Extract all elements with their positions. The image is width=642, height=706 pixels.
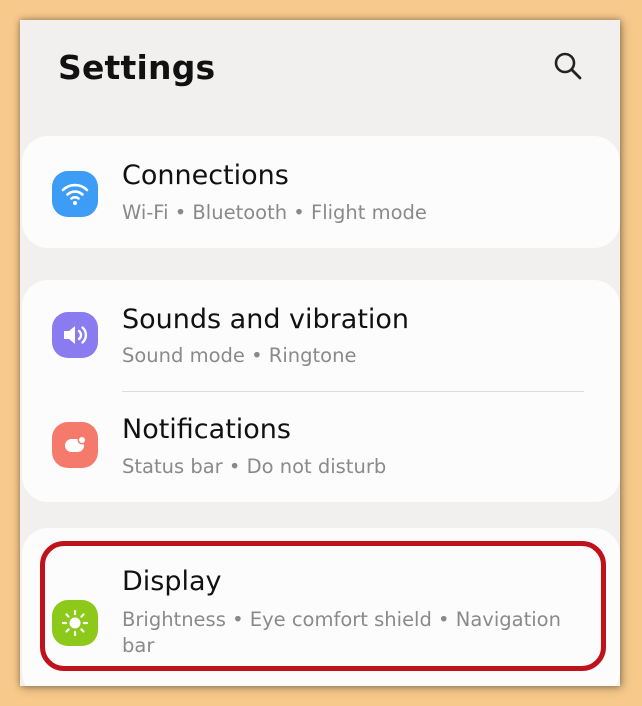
page-title: Settings (58, 48, 216, 87)
notification-icon (52, 422, 98, 468)
settings-group-connections: Connections Wi-Fi • Bluetooth • Flight m… (22, 136, 620, 248)
settings-item-connections[interactable]: Connections Wi-Fi • Bluetooth • Flight m… (22, 136, 620, 248)
settings-group-sounds-notifications: Sounds and vibration Sound mode • Ringto… (22, 280, 620, 502)
settings-item-notifications[interactable]: Notifications Status bar • Do not distur… (22, 392, 620, 502)
volume-icon (52, 312, 98, 358)
item-subtitle: Status bar • Do not disturb (122, 455, 387, 478)
item-subtitle: Wi-Fi • Bluetooth • Flight mode (122, 201, 427, 224)
wifi-icon (52, 171, 98, 217)
settings-item-display[interactable]: Display Brightness • Eye comfort shield … (22, 528, 620, 668)
settings-screen: Settings Connections Wi-Fi • Bluetooth •… (20, 20, 620, 686)
search-icon[interactable] (552, 50, 584, 82)
item-subtitle: Sound mode • Ringtone (122, 344, 357, 367)
header: Settings (20, 20, 620, 120)
item-title: Connections (122, 160, 289, 191)
settings-group-display: Display Brightness • Eye comfort shield … (22, 528, 620, 686)
item-title: Display (122, 566, 222, 597)
item-title: Sounds and vibration (122, 304, 410, 335)
item-subtitle: Brightness • Eye comfort shield • Naviga… (122, 608, 561, 657)
settings-item-sounds[interactable]: Sounds and vibration Sound mode • Ringto… (22, 280, 620, 392)
item-title: Notifications (122, 414, 291, 445)
brightness-icon (52, 600, 98, 646)
